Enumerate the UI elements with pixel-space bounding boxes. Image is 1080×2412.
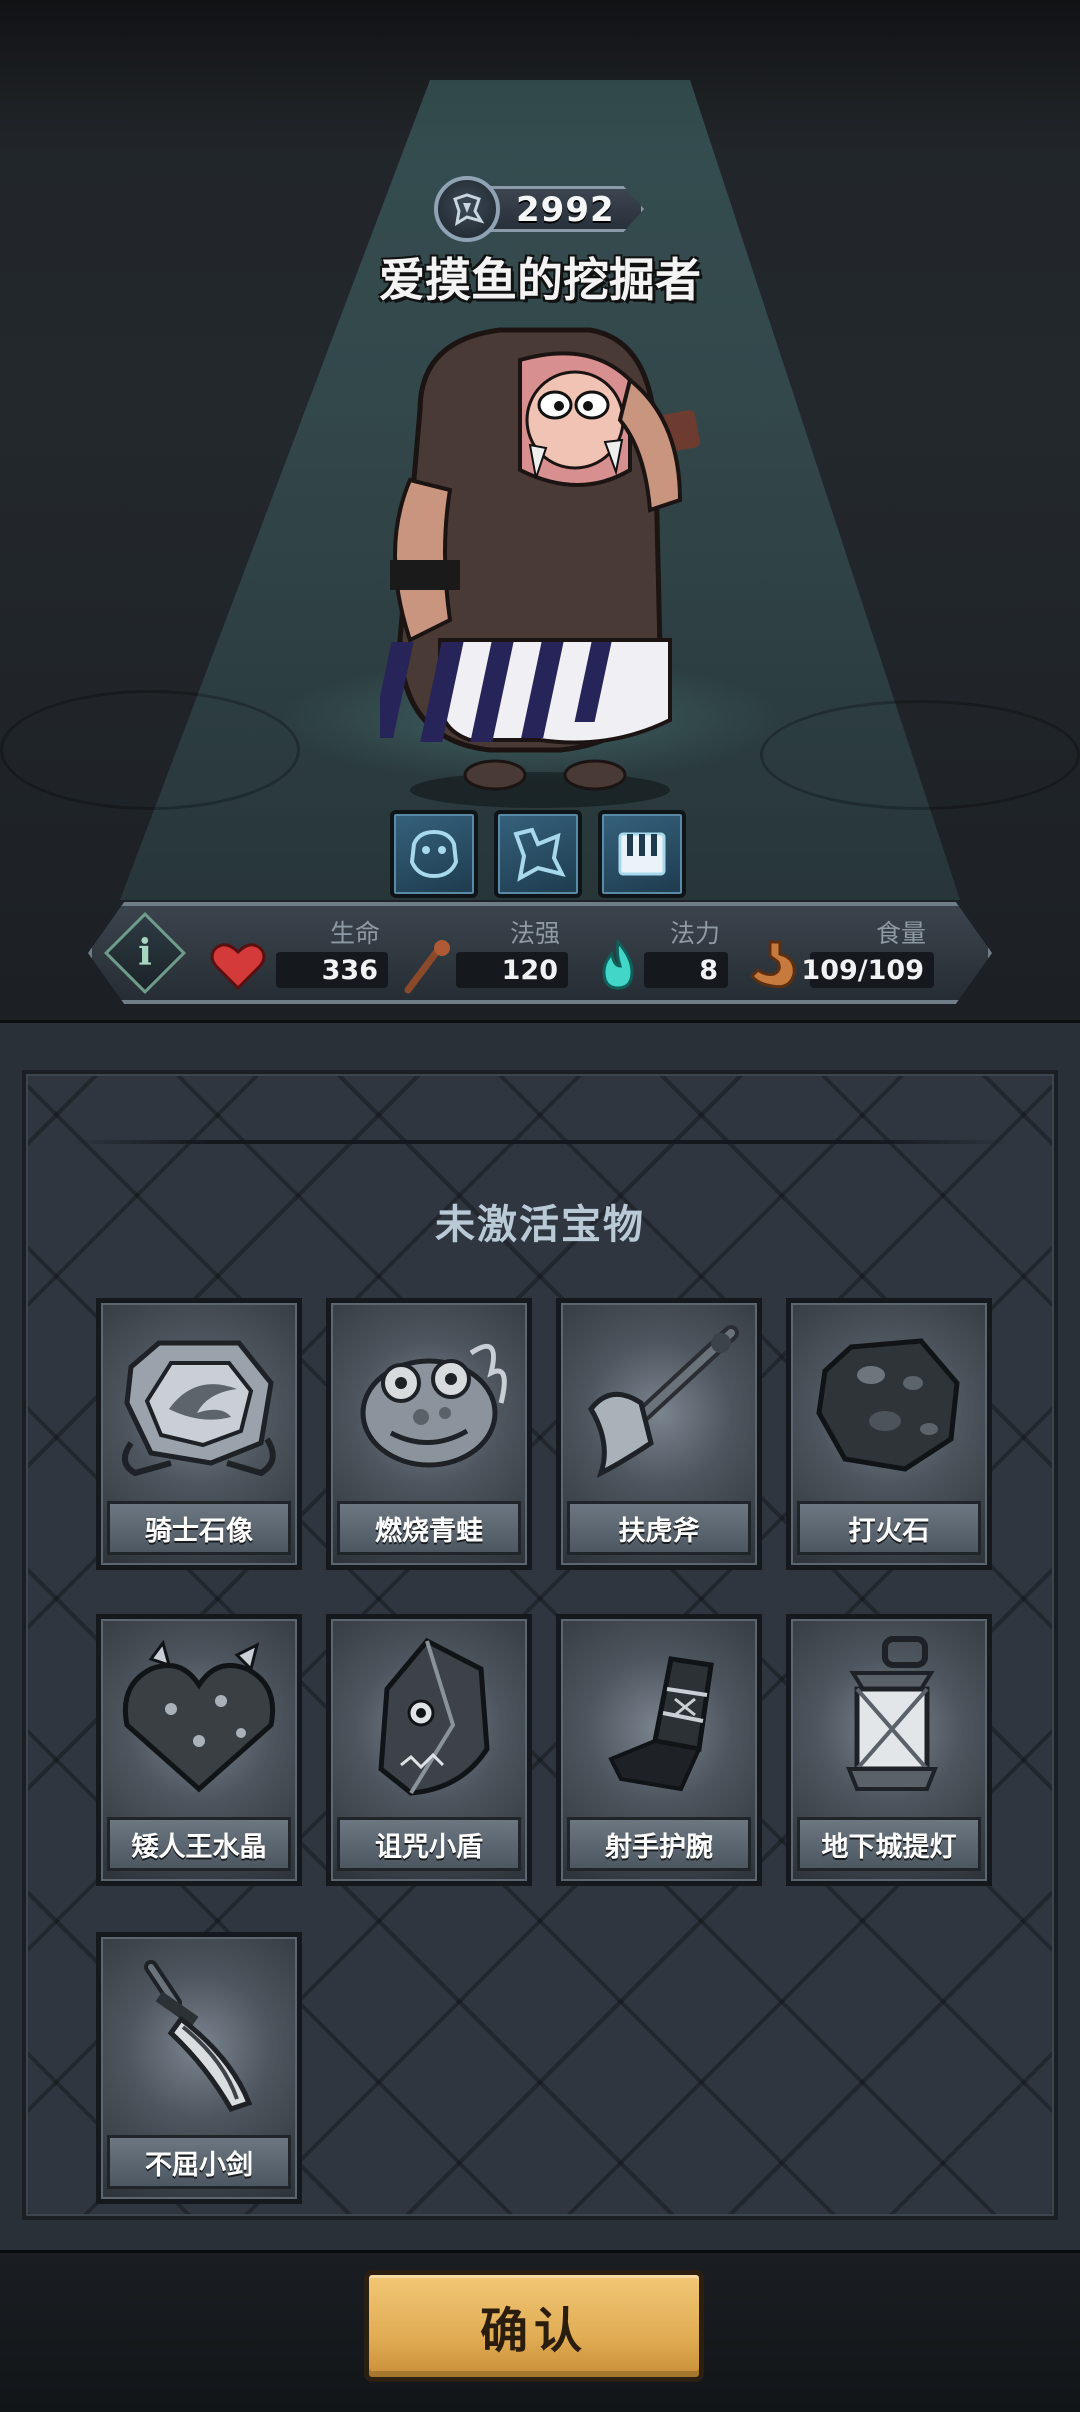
stat-magic-power-value: 120: [501, 954, 558, 986]
map-rune-icon: [513, 827, 566, 882]
treasure-item[interactable]: 不屈小剑: [96, 1932, 302, 2204]
treasure-name-plate: 不屈小剑: [107, 2135, 291, 2189]
hero-score: 2992: [516, 190, 615, 230]
hero-name: 爱摸鱼的挖掘者: [379, 253, 701, 307]
stat-appetite-value: 109/109: [801, 954, 924, 986]
knight-statue-icon: [122, 1340, 276, 1477]
treasure-item[interactable]: 诅咒小盾: [326, 1614, 532, 1886]
treasure-name: 射手护腕: [605, 1831, 713, 1863]
treasure-name: 诅咒小盾: [375, 1831, 483, 1863]
treasure-section-title: 未激活宝物: [435, 1202, 645, 1248]
stat-mana: 法力 8: [588, 912, 728, 996]
blue-flame-icon: [602, 938, 634, 990]
treasure-name: 扶虎斧: [618, 1515, 700, 1547]
treasure-name: 打火石: [848, 1515, 930, 1547]
treasure-name-plate: 扶虎斧: [567, 1501, 751, 1555]
panel-divider: [70, 1140, 1010, 1144]
treasure-name-plate: 地下城提灯: [797, 1817, 981, 1871]
treasure-name: 矮人王水晶: [131, 1831, 267, 1863]
dwarf-crystal-icon: [122, 1639, 276, 1793]
treasure-name-plate: 矮人王水晶: [107, 1817, 291, 1871]
treasure-name-plate: 燃烧青蛙: [337, 1501, 521, 1555]
rank-emblem-icon: [434, 176, 500, 242]
score-badge: 2992: [434, 176, 644, 242]
flint-stone-icon: [816, 1338, 960, 1472]
treasure-name: 不屈小剑: [145, 2149, 253, 2181]
stats-bar: i 生命 336 法强 120 法力 8 食量 109/109: [88, 902, 992, 1004]
stat-mana-value: 8: [699, 954, 718, 986]
staff-icon: [404, 940, 450, 994]
treasure-name-plate: 诅咒小盾: [337, 1817, 521, 1871]
confirm-button-label: 确认: [479, 2303, 588, 2359]
lantern-icon: [846, 1636, 938, 1791]
cursed-shield-icon: [378, 1637, 490, 1796]
beast-head-icon: [409, 829, 459, 879]
confirm-button[interactable]: 确认: [364, 2270, 704, 2382]
treasure-name: 地下城提灯: [821, 1831, 957, 1863]
treasure-item[interactable]: 地下城提灯: [786, 1614, 992, 1886]
archer-bracer-icon: [608, 1656, 714, 1792]
stat-appetite: 食量 109/109: [744, 912, 934, 996]
treasure-name: 燃烧青蛙: [375, 1515, 483, 1547]
stomach-icon: [750, 940, 796, 989]
piano-keys-icon: [618, 832, 666, 876]
burning-frog-icon: [360, 1343, 507, 1468]
treasure-item[interactable]: 扶虎斧: [556, 1298, 762, 1570]
treasure-item[interactable]: 射手护腕: [556, 1614, 762, 1886]
treasure-name-plate: 打火石: [797, 1501, 981, 1555]
skill-slot-3[interactable]: [598, 810, 686, 898]
stat-appetite-label: 食量: [875, 919, 926, 948]
treasure-item[interactable]: 骑士石像: [96, 1298, 302, 1570]
skill-row: [390, 810, 686, 898]
info-icon[interactable]: i: [116, 924, 174, 982]
stat-magic-power-label: 法强: [509, 919, 560, 948]
treasure-item[interactable]: 矮人王水晶: [96, 1614, 302, 1886]
stat-magic-power: 法强 120: [398, 912, 568, 996]
skill-slot-1[interactable]: [390, 810, 478, 898]
axe-icon: [587, 1325, 739, 1478]
treasure-item[interactable]: 打火石: [786, 1298, 992, 1570]
stat-health-label: 生命: [329, 919, 380, 948]
stat-mana-label: 法力: [669, 919, 720, 948]
treasure-name-plate: 射手护腕: [567, 1817, 751, 1871]
stat-health: 生命 336: [208, 912, 388, 996]
treasure-item[interactable]: 燃烧青蛙: [326, 1298, 532, 1570]
floor-ring: [760, 700, 1080, 810]
treasure-name-plate: 骑士石像: [107, 1501, 291, 1555]
short-sword-icon: [144, 1960, 253, 2113]
skill-slot-2[interactable]: [494, 810, 582, 898]
hero-character: [380, 327, 700, 808]
floor-ring: [0, 690, 300, 810]
heart-icon: [210, 943, 266, 991]
stat-health-value: 336: [321, 954, 378, 986]
treasure-name: 骑士石像: [145, 1515, 253, 1547]
